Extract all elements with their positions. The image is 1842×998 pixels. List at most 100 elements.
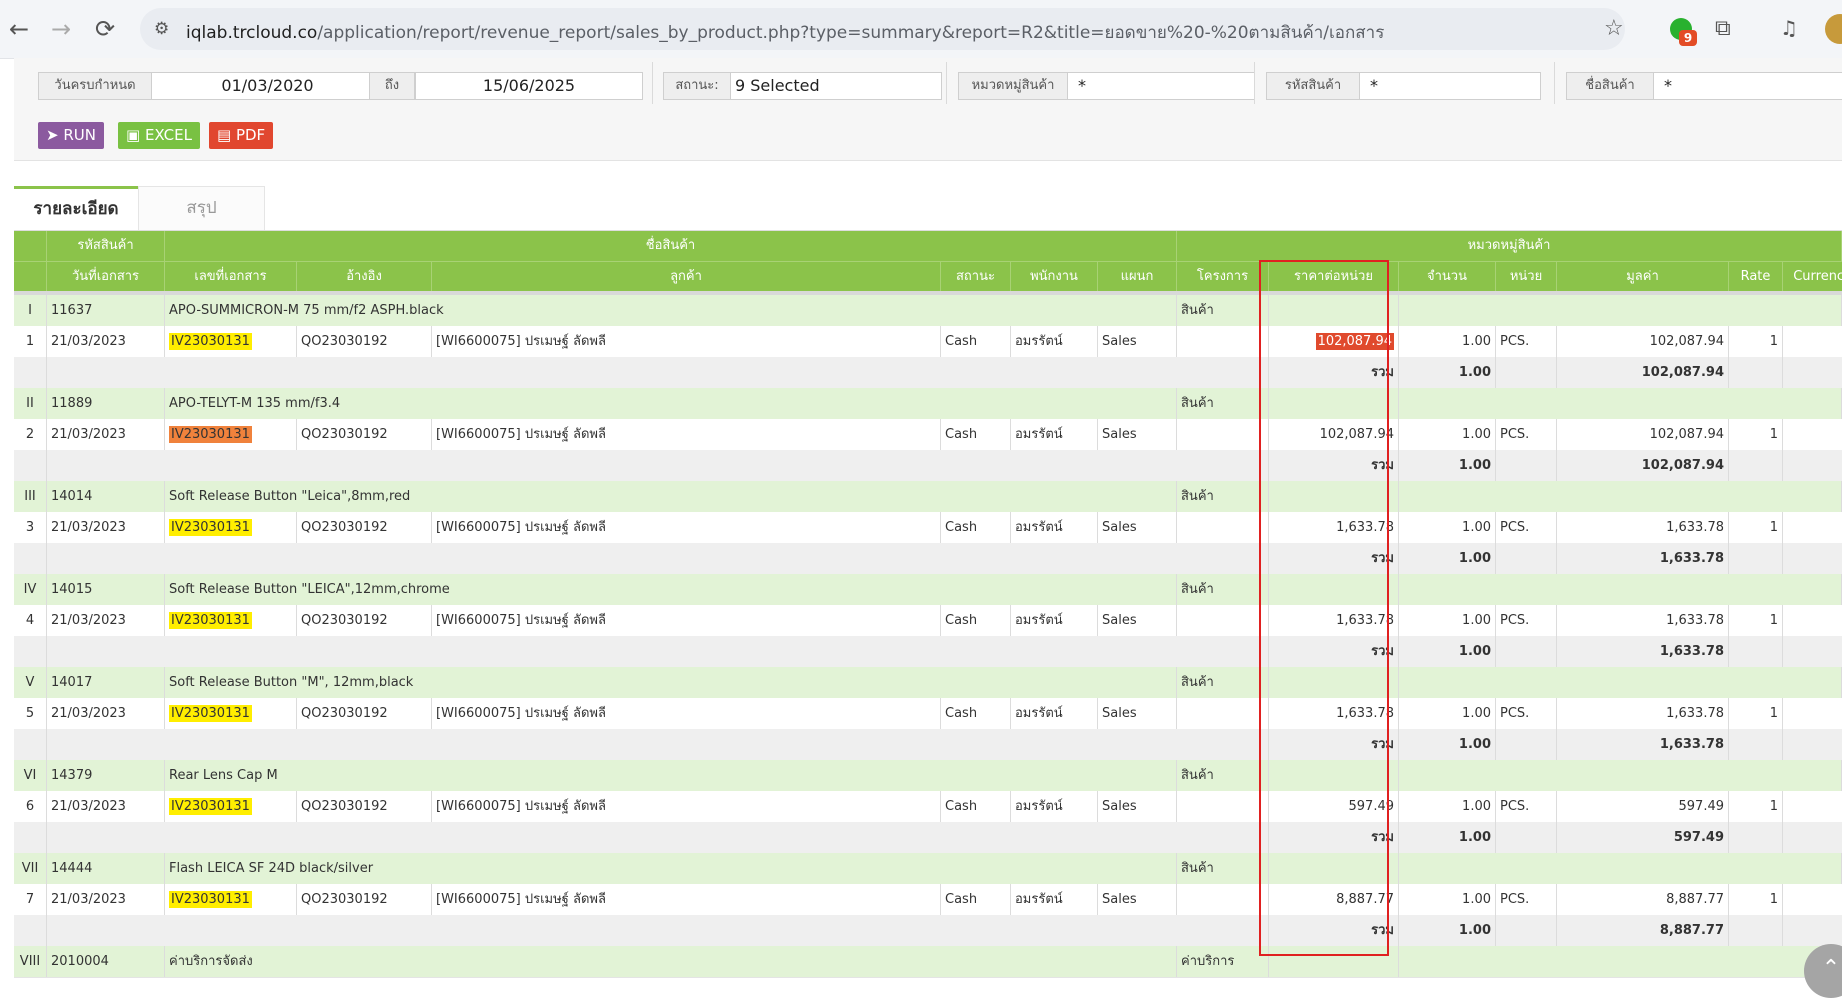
header-blank: [14, 231, 47, 261]
group-row: III 14014 Soft Release Button "Leica",8mm,…: [14, 481, 1842, 513]
group-blank: [1399, 667, 1842, 698]
back-icon[interactable]: ←: [4, 14, 34, 44]
forward-icon[interactable]: →: [46, 14, 76, 44]
unit-cell: PCS.: [1496, 419, 1557, 450]
total-amount: 1,633.78: [1557, 729, 1729, 760]
pdf-button[interactable]: ▤ PDF: [209, 122, 274, 149]
unit-cell: PCS.: [1496, 884, 1557, 915]
header-doc-date: วันที่เอกสาร: [47, 262, 165, 292]
bookmark-star-icon[interactable]: ☆: [1604, 16, 1624, 41]
chevron-up-icon: ⌃: [1821, 956, 1841, 981]
product-name-input[interactable]: *: [1653, 72, 1842, 100]
address-bar[interactable]: ⚙ iqlab.trcloud.co/application/report/re…: [140, 8, 1625, 50]
employee-cell: อมรรัตน์: [1011, 698, 1098, 729]
header-employee: พนักงาน: [1011, 262, 1098, 292]
tab-detail[interactable]: รายละเอียด: [14, 186, 138, 233]
amount-cell: 1,633.78: [1557, 512, 1729, 543]
doc-date-cell: 21/03/2023: [47, 791, 165, 822]
total-quantity: 1.00: [1399, 357, 1496, 388]
project-cell: [1177, 605, 1269, 636]
url-text[interactable]: iqlab.trcloud.co/application/report/reve…: [186, 19, 1384, 46]
total-blank: [47, 636, 1269, 667]
doc-no-cell: IV23030131: [165, 698, 297, 729]
date-from-input[interactable]: 01/03/2020: [151, 72, 384, 100]
group-product-code: 11637: [47, 295, 165, 326]
site-info-icon[interactable]: ⚙: [154, 19, 174, 39]
group-category: สินค้า: [1177, 760, 1269, 791]
group-blank: [1399, 481, 1842, 512]
doc-no-cell-text[interactable]: IV23030131: [169, 426, 252, 443]
total-currency-blank: [1783, 450, 1842, 481]
group-product-code: 14015: [47, 574, 165, 605]
reload-icon[interactable]: ⟳: [90, 14, 120, 44]
tab-summary[interactable]: สรุป: [138, 186, 265, 231]
run-button[interactable]: ➤ RUN: [38, 122, 104, 149]
total-amount: 8,887.77: [1557, 915, 1729, 946]
group-row: V 14017 Soft Release Button "M", 12mm,blac…: [14, 667, 1842, 699]
group-blank: [1269, 574, 1399, 605]
total-unit-blank: [1496, 357, 1557, 388]
customer-cell: [WI6600075] ปรเมษฐ์ ลัดพลี: [432, 419, 941, 450]
product-code-input[interactable]: *: [1359, 72, 1541, 100]
amount-cell: 102,087.94: [1557, 419, 1729, 450]
group-roman-number: VI: [14, 760, 47, 791]
total-blank: [47, 729, 1269, 760]
total-blank: [47, 450, 1269, 481]
total-row: รวม 1.00 1,633.78: [14, 729, 1842, 761]
total-currency-blank: [1783, 543, 1842, 574]
row-number: 1: [14, 326, 47, 357]
date-to-input[interactable]: 15/06/2025: [415, 72, 643, 100]
product-code-label: รหัสสินค้า: [1266, 72, 1360, 100]
group-blank: [1399, 295, 1842, 326]
group-product-code: 11889: [47, 388, 165, 419]
status-cell: Cash: [941, 698, 1011, 729]
row-number: 2: [14, 419, 47, 450]
currency-cell: [1783, 326, 1842, 357]
doc-no-cell-text[interactable]: IV23030131: [169, 798, 252, 815]
media-control-icon[interactable]: ♫: [1780, 16, 1798, 40]
profile-avatar[interactable]: [1825, 14, 1842, 44]
row-number: 6: [14, 791, 47, 822]
table-row[interactable]: 5 21/03/2023 IV23030131 QO23030192 [WI660007…: [14, 698, 1842, 730]
extensions-icon[interactable]: ⧉: [1715, 16, 1731, 41]
unit-price-cell: 1,633.78: [1269, 512, 1399, 543]
total-quantity: 1.00: [1399, 450, 1496, 481]
status-select[interactable]: 9 Selected: [730, 72, 942, 100]
quantity-cell: 1.00: [1399, 698, 1496, 729]
group-category: สินค้า: [1177, 853, 1269, 884]
total-currency-blank: [1783, 357, 1842, 388]
excel-button[interactable]: ▣ EXCEL: [118, 122, 200, 149]
table-row[interactable]: 3 21/03/2023 IV23030131 QO23030192 [WI660007…: [14, 512, 1842, 544]
category-input[interactable]: *: [1067, 72, 1255, 100]
table-row[interactable]: 2 21/03/2023 IV23030131 QO23030192 [WI660007…: [14, 419, 1842, 451]
group-category: สินค้า: [1177, 388, 1269, 419]
total-unit-blank: [1496, 450, 1557, 481]
header-product-code: รหัสสินค้า: [47, 231, 165, 261]
doc-no-cell-text[interactable]: IV23030131: [169, 705, 252, 722]
doc-no-cell-text[interactable]: IV23030131: [169, 333, 252, 350]
currency-cell: [1783, 791, 1842, 822]
reference-cell: QO23030192: [297, 605, 432, 636]
doc-no-cell-text[interactable]: IV23030131: [169, 612, 252, 629]
header-reference: อ้างอิง: [297, 262, 432, 292]
total-quantity: 1.00: [1399, 729, 1496, 760]
group-row: VI 14379 Rear Lens Cap M สินค้า: [14, 760, 1842, 792]
table-header-row-1: รหัสสินค้า ชื่อสินค้า หมวดหมู่สินค้า: [14, 231, 1842, 261]
unit-price-cell-text[interactable]: 102,087.94: [1315, 333, 1394, 350]
rate-cell: 1: [1729, 698, 1783, 729]
doc-no-cell-text[interactable]: IV23030131: [169, 891, 252, 908]
total-label: รวม: [1269, 636, 1399, 667]
table-row[interactable]: 1 21/03/2023 IV23030131 QO23030192 [WI660007…: [14, 326, 1842, 358]
table-row[interactable]: 6 21/03/2023 IV23030131 QO23030192 [WI660007…: [14, 791, 1842, 823]
table-row[interactable]: 4 21/03/2023 IV23030131 QO23030192 [WI660007…: [14, 605, 1842, 637]
quantity-cell: 1.00: [1399, 884, 1496, 915]
amount-cell: 1,633.78: [1557, 698, 1729, 729]
total-rate-blank: [1729, 357, 1783, 388]
excel-label: EXCEL: [144, 126, 192, 144]
table-row[interactable]: 7 21/03/2023 IV23030131 QO23030192 [WI660007…: [14, 884, 1842, 916]
status-cell: Cash: [941, 512, 1011, 543]
employee-cell: อมรรัตน์: [1011, 791, 1098, 822]
group-product-name: ค่าบริการจัดส่ง: [165, 946, 1177, 977]
doc-no-cell-text[interactable]: IV23030131: [169, 519, 252, 536]
total-amount: 1,633.78: [1557, 636, 1729, 667]
